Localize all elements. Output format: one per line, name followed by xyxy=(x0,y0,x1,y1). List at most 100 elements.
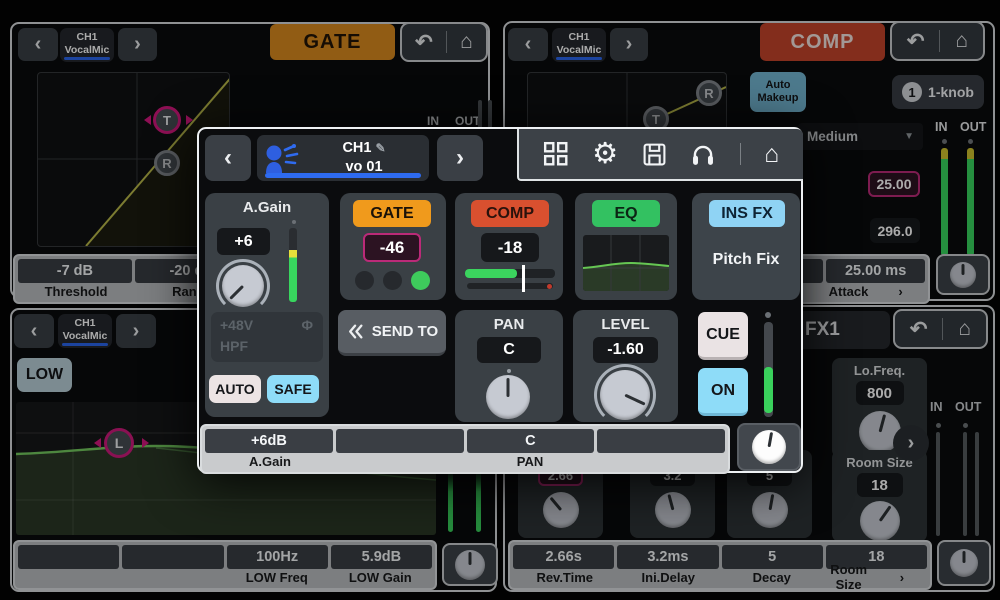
chevron-right-icon: › xyxy=(133,320,140,343)
assign-cell[interactable]: +6dB xyxy=(205,429,333,453)
knob-assign-button[interactable] xyxy=(936,254,990,295)
mixer-ui: ‹ CH1 VocalMic › GATE ↶ ⌂ T xyxy=(0,0,1000,600)
roomsize-value-box[interactable]: 18 xyxy=(857,473,903,497)
pan-section[interactable]: PAN C xyxy=(455,310,563,422)
level-section[interactable]: LEVEL -1.60 xyxy=(573,310,678,422)
home-icon[interactable]: ⌂ xyxy=(460,30,473,54)
headphones-icon[interactable] xyxy=(690,142,716,166)
gate-chip[interactable]: GATE xyxy=(353,200,431,227)
out-meter-label: OUT xyxy=(955,400,981,414)
insfx-chip[interactable]: INS FX xyxy=(709,200,785,227)
divider xyxy=(740,143,741,165)
gate-threshold-box[interactable]: -46 xyxy=(363,233,421,262)
level-value-box[interactable]: -1.60 xyxy=(593,337,658,363)
range-handle[interactable]: R xyxy=(154,150,180,176)
eq-section[interactable]: EQ xyxy=(575,193,677,300)
comp-title-button[interactable]: COMP xyxy=(760,23,885,61)
param-cell[interactable]: 25.00 ms xyxy=(826,259,925,283)
attack-value-box[interactable]: 25.00 xyxy=(868,171,920,197)
prev-channel-button[interactable]: ‹ xyxy=(205,135,251,181)
edit-icon[interactable]: ✎ xyxy=(375,141,385,155)
assign-cell[interactable]: C xyxy=(467,429,595,453)
channel-color-bar xyxy=(64,57,110,60)
on-button[interactable]: ON xyxy=(698,368,748,416)
next-channel-button[interactable]: › xyxy=(118,28,157,61)
overview-grid-icon[interactable] xyxy=(543,141,569,167)
next-channel-button[interactable]: › xyxy=(437,135,483,181)
release-value-box[interactable]: 296.0 xyxy=(870,218,920,243)
send-to-button[interactable]: SEND TO xyxy=(338,310,446,356)
phase-icon: Φ xyxy=(302,317,314,333)
next-channel-button[interactable]: › xyxy=(610,28,648,61)
type-dropdown[interactable]: Medium ▼ xyxy=(798,123,923,150)
comp-threshold-marker xyxy=(522,265,525,292)
param-cell[interactable] xyxy=(122,545,223,569)
eq-chip[interactable]: EQ xyxy=(592,200,660,227)
threshold-handle[interactable]: T xyxy=(153,106,181,134)
save-icon[interactable] xyxy=(642,142,667,167)
pan-knob[interactable] xyxy=(486,375,530,419)
home-icon[interactable]: ⌂ xyxy=(955,29,968,53)
low-band-handle[interactable]: L xyxy=(104,428,134,458)
param-label: LOW Freq xyxy=(225,570,329,585)
assign-cell[interactable] xyxy=(597,429,725,453)
param-cell[interactable]: 3.2ms xyxy=(617,545,718,569)
roomsize-knob[interactable] xyxy=(860,501,900,541)
param-label: LOW Gain xyxy=(329,570,433,585)
prev-channel-button[interactable]: ‹ xyxy=(18,28,58,61)
gear-icon[interactable]: ⚙ xyxy=(592,140,618,169)
comp-chip[interactable]: COMP xyxy=(471,200,549,227)
one-knob-button[interactable]: 1 1-knob xyxy=(892,75,984,109)
assign-cell[interactable] xyxy=(336,429,464,453)
insfx-section[interactable]: INS FX Pitch Fix xyxy=(692,193,800,300)
revtime-knob[interactable] xyxy=(543,492,579,528)
decay-knob[interactable] xyxy=(752,492,788,528)
gate-section[interactable]: GATE -46 xyxy=(340,193,446,300)
cue-button[interactable]: CUE xyxy=(698,312,748,360)
next-channel-button[interactable]: › xyxy=(116,314,156,348)
safe-button[interactable]: SAFE xyxy=(267,375,319,403)
param-cell[interactable]: 5 xyxy=(722,545,823,569)
param-cell[interactable]: -7 dB xyxy=(18,259,132,283)
prev-channel-button[interactable]: ‹ xyxy=(14,314,54,348)
undo-icon[interactable]: ↶ xyxy=(910,317,928,342)
gate-title-button[interactable]: GATE xyxy=(270,24,395,60)
chevron-right-icon: › xyxy=(456,144,464,172)
level-knob[interactable] xyxy=(600,370,650,420)
lofreq-value-box[interactable]: 800 xyxy=(856,381,904,405)
low-band-button[interactable]: LOW xyxy=(17,358,72,392)
ratio-handle[interactable]: R xyxy=(696,80,722,106)
in-meter-dot xyxy=(942,139,947,144)
param-cell[interactable]: 100Hz xyxy=(227,545,328,569)
in-meter-label: IN xyxy=(427,114,439,128)
channel-select-button[interactable]: CH1 VocalMic xyxy=(60,28,114,62)
param-cell[interactable]: 5.9dB xyxy=(331,545,432,569)
undo-icon[interactable]: ↶ xyxy=(907,29,925,54)
param-cell[interactable]: 2.66s xyxy=(513,545,614,569)
out-meter-label: OUT xyxy=(455,114,480,128)
param-cell[interactable] xyxy=(18,545,119,569)
auto-makeup-button[interactable]: Auto Makeup xyxy=(750,72,806,112)
channel-select-button[interactable]: CH1 VocalMic xyxy=(58,314,112,348)
again-knob[interactable] xyxy=(222,265,264,307)
channel-name-button[interactable]: CH1 ✎ vo 01 xyxy=(257,135,429,181)
comp-value-box[interactable]: -18 xyxy=(481,233,539,262)
out-meter-label: OUT xyxy=(960,120,986,134)
param-label: Rev.Time xyxy=(513,570,617,585)
prev-channel-button[interactable]: ‹ xyxy=(508,28,548,61)
pan-value-box[interactable]: C xyxy=(477,337,541,363)
inidelay-knob[interactable] xyxy=(655,492,691,528)
next-page-button[interactable]: › xyxy=(893,425,929,461)
auto-button[interactable]: AUTO xyxy=(209,375,261,403)
fx-param-bar: 2.66s 3.2ms 5 18 Rev.Time Ini.Delay Deca… xyxy=(508,540,932,590)
home-icon[interactable]: ⌂ xyxy=(764,142,779,167)
knob-assign-button[interactable] xyxy=(442,543,498,586)
knob-assign-button[interactable] xyxy=(937,540,991,586)
comp-section[interactable]: COMP -18 xyxy=(455,193,563,300)
undo-icon[interactable]: ↶ xyxy=(415,30,433,55)
channel-select-button[interactable]: CH1 VocalMic xyxy=(552,28,606,62)
undo-home-group: ↶ ⌂ xyxy=(400,22,488,62)
home-icon[interactable]: ⌂ xyxy=(958,317,971,341)
knob-assign-button[interactable] xyxy=(737,423,801,471)
again-value-box[interactable]: +6 xyxy=(217,228,270,255)
